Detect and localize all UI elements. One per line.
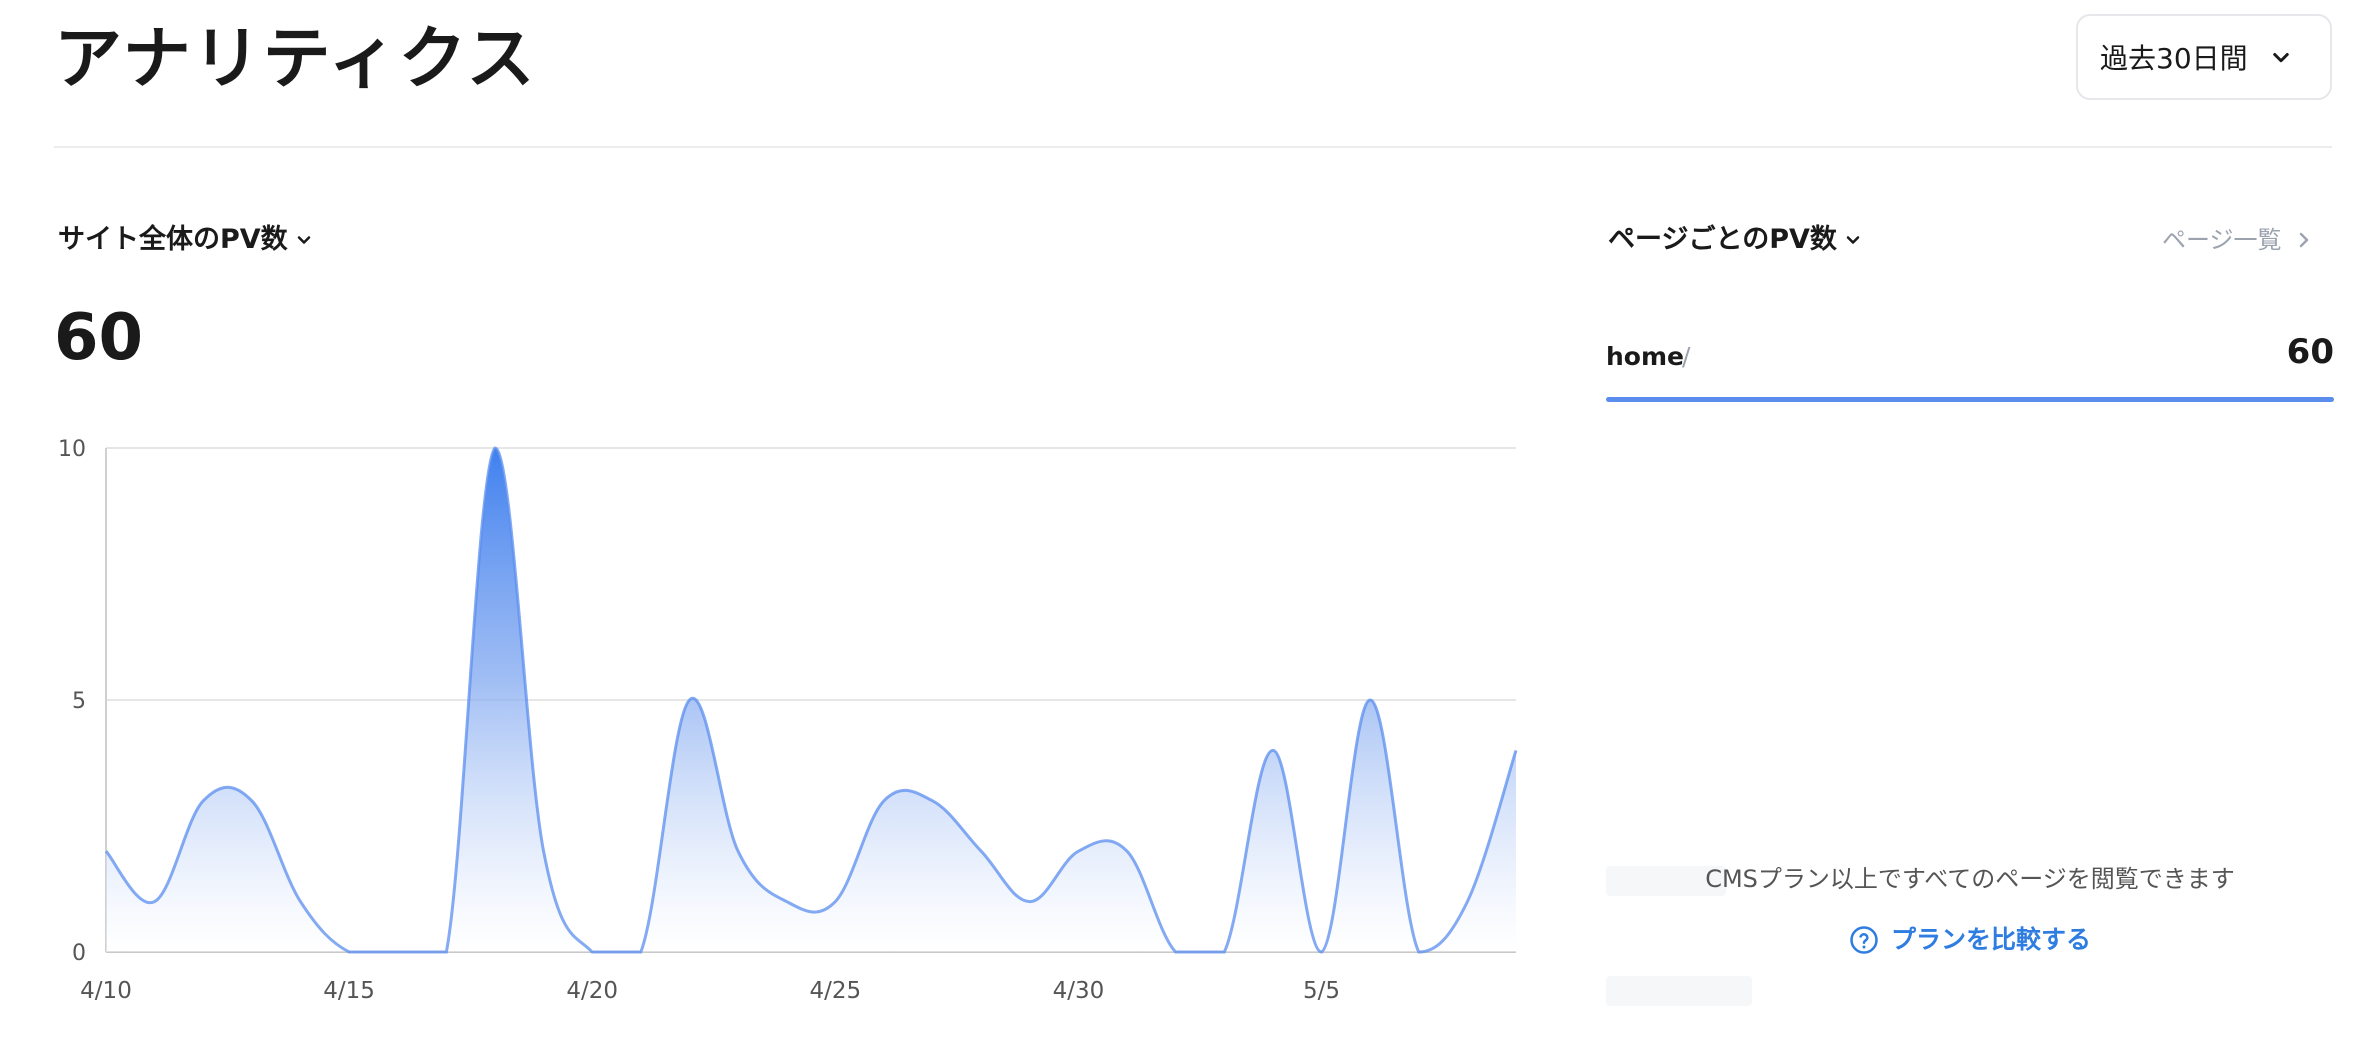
page-path: / bbox=[1682, 342, 1691, 371]
data-point bbox=[1270, 747, 1276, 753]
data-point bbox=[784, 899, 790, 905]
data-point bbox=[832, 899, 838, 905]
chevron-down-icon bbox=[1846, 236, 1860, 244]
data-point bbox=[395, 949, 401, 955]
data-point bbox=[1367, 697, 1373, 703]
data-point bbox=[978, 848, 984, 854]
page-row-home[interactable]: home / 60 bbox=[1606, 332, 2334, 402]
page-list-label: ページ一覧 bbox=[2162, 226, 2282, 254]
data-point bbox=[346, 949, 352, 955]
data-point bbox=[1027, 899, 1033, 905]
data-point bbox=[1416, 949, 1422, 955]
data-point bbox=[735, 848, 741, 854]
per-page-pv-title: ページごとのPV数 bbox=[1608, 224, 1837, 255]
x-tick-label: 4/10 bbox=[80, 978, 132, 1004]
data-point bbox=[1124, 848, 1130, 854]
data-point bbox=[638, 949, 644, 955]
data-point bbox=[589, 949, 595, 955]
help-circle-icon bbox=[1850, 926, 1878, 954]
placeholder-block bbox=[1606, 976, 1752, 1006]
data-point bbox=[103, 848, 109, 854]
data-point bbox=[1221, 949, 1227, 955]
compare-plans-link[interactable]: プランを比較する bbox=[1606, 922, 2334, 958]
data-point bbox=[1513, 747, 1519, 753]
page-pv-value: 60 bbox=[2286, 332, 2334, 372]
data-point bbox=[881, 798, 887, 804]
x-tick-label: 5/5 bbox=[1303, 978, 1340, 1004]
page-list-link[interactable]: ページ一覧 bbox=[2162, 222, 2316, 258]
header-divider bbox=[54, 146, 2332, 148]
chevron-down-icon bbox=[2272, 53, 2289, 63]
data-point bbox=[152, 899, 158, 905]
data-point bbox=[1075, 848, 1081, 854]
x-tick-label: 4/30 bbox=[1053, 978, 1105, 1004]
date-range-value: 過去30日間 bbox=[2100, 42, 2248, 75]
y-tick-label: 10 bbox=[58, 437, 86, 462]
data-point bbox=[1173, 949, 1179, 955]
x-tick-label: 4/25 bbox=[809, 978, 861, 1004]
y-tick-label: 5 bbox=[72, 689, 86, 714]
page-name: home bbox=[1606, 342, 1684, 371]
upsell-text: CMSプラン以上ですべてのページを閲覧できます bbox=[1705, 865, 2235, 893]
data-point bbox=[930, 798, 936, 804]
y-tick-label: 0 bbox=[72, 941, 86, 966]
pv-area-chart: 0 5 10 4/10 4/15 4/20 4/25 4/30 5/5 bbox=[58, 437, 1519, 1004]
data-point bbox=[297, 899, 303, 905]
per-page-pv-title-dropdown[interactable]: ページごとのPV数 bbox=[1608, 222, 1863, 258]
x-tick-label: 4/15 bbox=[323, 978, 375, 1004]
data-point bbox=[541, 848, 547, 854]
page-title: アナリティクス bbox=[54, 20, 537, 99]
data-point bbox=[686, 697, 692, 703]
chevron-right-icon bbox=[2299, 232, 2308, 248]
site-pv-title-dropdown[interactable]: サイト全体のPV数 bbox=[58, 222, 314, 258]
data-point bbox=[200, 798, 206, 804]
site-pv-title: サイト全体のPV数 bbox=[58, 224, 288, 255]
data-point bbox=[249, 798, 255, 804]
data-point bbox=[1464, 899, 1470, 905]
x-tick-label: 4/20 bbox=[566, 978, 618, 1004]
data-point bbox=[492, 445, 498, 451]
data-point bbox=[443, 949, 449, 955]
data-point bbox=[1319, 949, 1325, 955]
site-pv-total: 60 bbox=[54, 301, 144, 375]
compare-plans-label: プランを比較する bbox=[1890, 925, 2091, 954]
date-range-select[interactable]: 過去30日間 bbox=[2076, 14, 2332, 100]
page-pv-bar bbox=[1606, 397, 2334, 402]
chevron-down-icon bbox=[297, 236, 310, 244]
